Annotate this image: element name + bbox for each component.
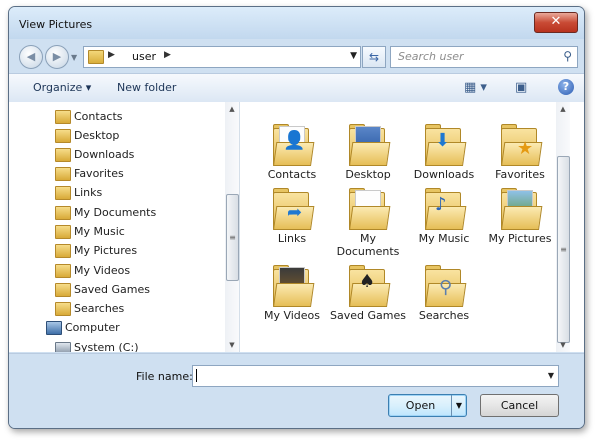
downloads-folder-icon: ⬇ [425, 124, 467, 166]
favorites-folder-icon [55, 167, 71, 181]
file-name-dropdown-icon[interactable]: ▼ [548, 371, 554, 380]
file-item-desktop[interactable]: Desktop [330, 124, 406, 181]
contacts-folder-icon [55, 110, 71, 124]
saved-games-folder-icon: ♠ [349, 265, 391, 307]
title-bar: View Pictures ✕ [9, 7, 584, 39]
breadcrumb-user[interactable]: user [132, 50, 156, 63]
command-bar: Organize ▾ New folder ▦ ▾ ▣ ? [9, 73, 584, 103]
file-name-input[interactable]: ▼ [192, 365, 559, 387]
searches-folder-icon [55, 302, 71, 316]
file-item-my-music[interactable]: ♪ My Music [406, 188, 482, 245]
help-icon[interactable]: ? [558, 79, 574, 95]
file-item-my-documents[interactable]: My Documents [330, 188, 406, 258]
desktop-folder-icon [349, 124, 391, 166]
new-folder-button[interactable]: New folder [117, 81, 176, 94]
open-options-chevron-icon[interactable]: ▼ [451, 395, 466, 416]
pictures-folder-icon [501, 188, 543, 230]
documents-folder-icon [349, 188, 391, 230]
scroll-up-icon[interactable]: ▲ [225, 102, 239, 116]
back-button[interactable]: ◀ [19, 45, 43, 69]
refresh-button[interactable]: ⇆ [362, 46, 386, 68]
videos-folder-icon [55, 264, 71, 278]
refresh-icon: ⇆ [368, 50, 380, 64]
saved-games-folder-icon [55, 283, 71, 297]
downloads-folder-icon [55, 148, 71, 162]
breadcrumb-chevron-icon[interactable]: ▶ [108, 50, 115, 60]
dialog-footer: File name: ▼ Open ▼ Cancel [9, 353, 584, 428]
contacts-folder-icon: 👤 [273, 124, 315, 166]
open-file-dialog: View Pictures ✕ ◀ ▶ ▼ ▶ user ▶ ▼ ⇆ Searc… [8, 6, 585, 429]
content-area: Contacts Desktop Downloads Favorites Lin… [9, 102, 584, 352]
navigation-pane: Contacts Desktop Downloads Favorites Lin… [9, 102, 240, 352]
scroll-down-icon[interactable]: ▼ [225, 338, 239, 352]
file-item-downloads[interactable]: ⬇ Downloads [406, 124, 482, 181]
back-arrow-icon: ◀ [26, 50, 36, 63]
organize-button[interactable]: Organize ▾ [33, 81, 91, 94]
file-item-contacts[interactable]: 👤 Contacts [254, 124, 330, 181]
window-title: View Pictures [19, 18, 93, 31]
navigation-bar: ◀ ▶ ▼ ▶ user ▶ ▼ ⇆ Search user ⚲ [9, 41, 584, 71]
favorites-folder-icon: ★ [501, 124, 543, 166]
searches-folder-icon: ⚲ [425, 265, 467, 307]
desktop-folder-icon [55, 129, 71, 143]
search-input[interactable]: Search user ⚲ [390, 46, 578, 68]
music-folder-icon: ♪ [425, 188, 467, 230]
navigation-pane-scrollbar[interactable]: ▲ ≡ ▼ [225, 102, 239, 352]
scroll-up-icon[interactable]: ▲ [556, 102, 570, 116]
address-dropdown-icon[interactable]: ▼ [350, 51, 357, 61]
scroll-down-icon[interactable]: ▼ [556, 338, 570, 352]
change-view-icon[interactable]: ▦ ▾ [464, 80, 487, 95]
file-item-my-pictures[interactable]: My Pictures [482, 188, 558, 245]
scrollbar-thumb[interactable]: ≡ [557, 156, 570, 343]
text-caret [196, 369, 197, 382]
open-button[interactable]: Open ▼ [388, 394, 467, 417]
music-folder-icon [55, 225, 71, 239]
search-placeholder: Search user [398, 50, 464, 63]
breadcrumb-chevron-icon[interactable]: ▶ [164, 50, 171, 60]
file-item-favorites[interactable]: ★ Favorites [482, 124, 558, 181]
cancel-button[interactable]: Cancel [480, 394, 559, 417]
links-folder-icon [55, 186, 71, 200]
computer-icon [46, 321, 62, 335]
close-button[interactable]: ✕ [534, 12, 578, 33]
hard-drive-icon [55, 342, 71, 352]
recent-pages-chevron-icon[interactable]: ▼ [71, 53, 77, 62]
file-item-my-videos[interactable]: My Videos [254, 265, 330, 322]
preview-pane-icon[interactable]: ▣ [515, 80, 527, 95]
scrollbar-thumb[interactable]: ≡ [226, 194, 239, 281]
videos-folder-icon [273, 265, 315, 307]
file-item-links[interactable]: ➦ Links [254, 188, 330, 245]
documents-folder-icon [55, 206, 71, 220]
forward-button[interactable]: ▶ [45, 45, 69, 69]
search-icon[interactable]: ⚲ [563, 49, 572, 63]
links-folder-icon: ➦ [273, 188, 315, 230]
file-list-scrollbar[interactable]: ▲ ≡ ▼ [556, 102, 570, 352]
forward-arrow-icon: ▶ [52, 50, 62, 63]
file-list: 👤 Contacts Desktop ⬇ Downloads ★ Favorit… [240, 102, 570, 352]
file-item-saved-games[interactable]: ♠ Saved Games [330, 265, 406, 322]
file-item-searches[interactable]: ⚲ Searches [406, 265, 482, 322]
folder-icon [88, 50, 104, 64]
address-bar[interactable]: ▶ user ▶ ▼ [83, 46, 361, 68]
pictures-folder-icon [55, 244, 71, 258]
file-name-label: File name: [136, 370, 193, 383]
